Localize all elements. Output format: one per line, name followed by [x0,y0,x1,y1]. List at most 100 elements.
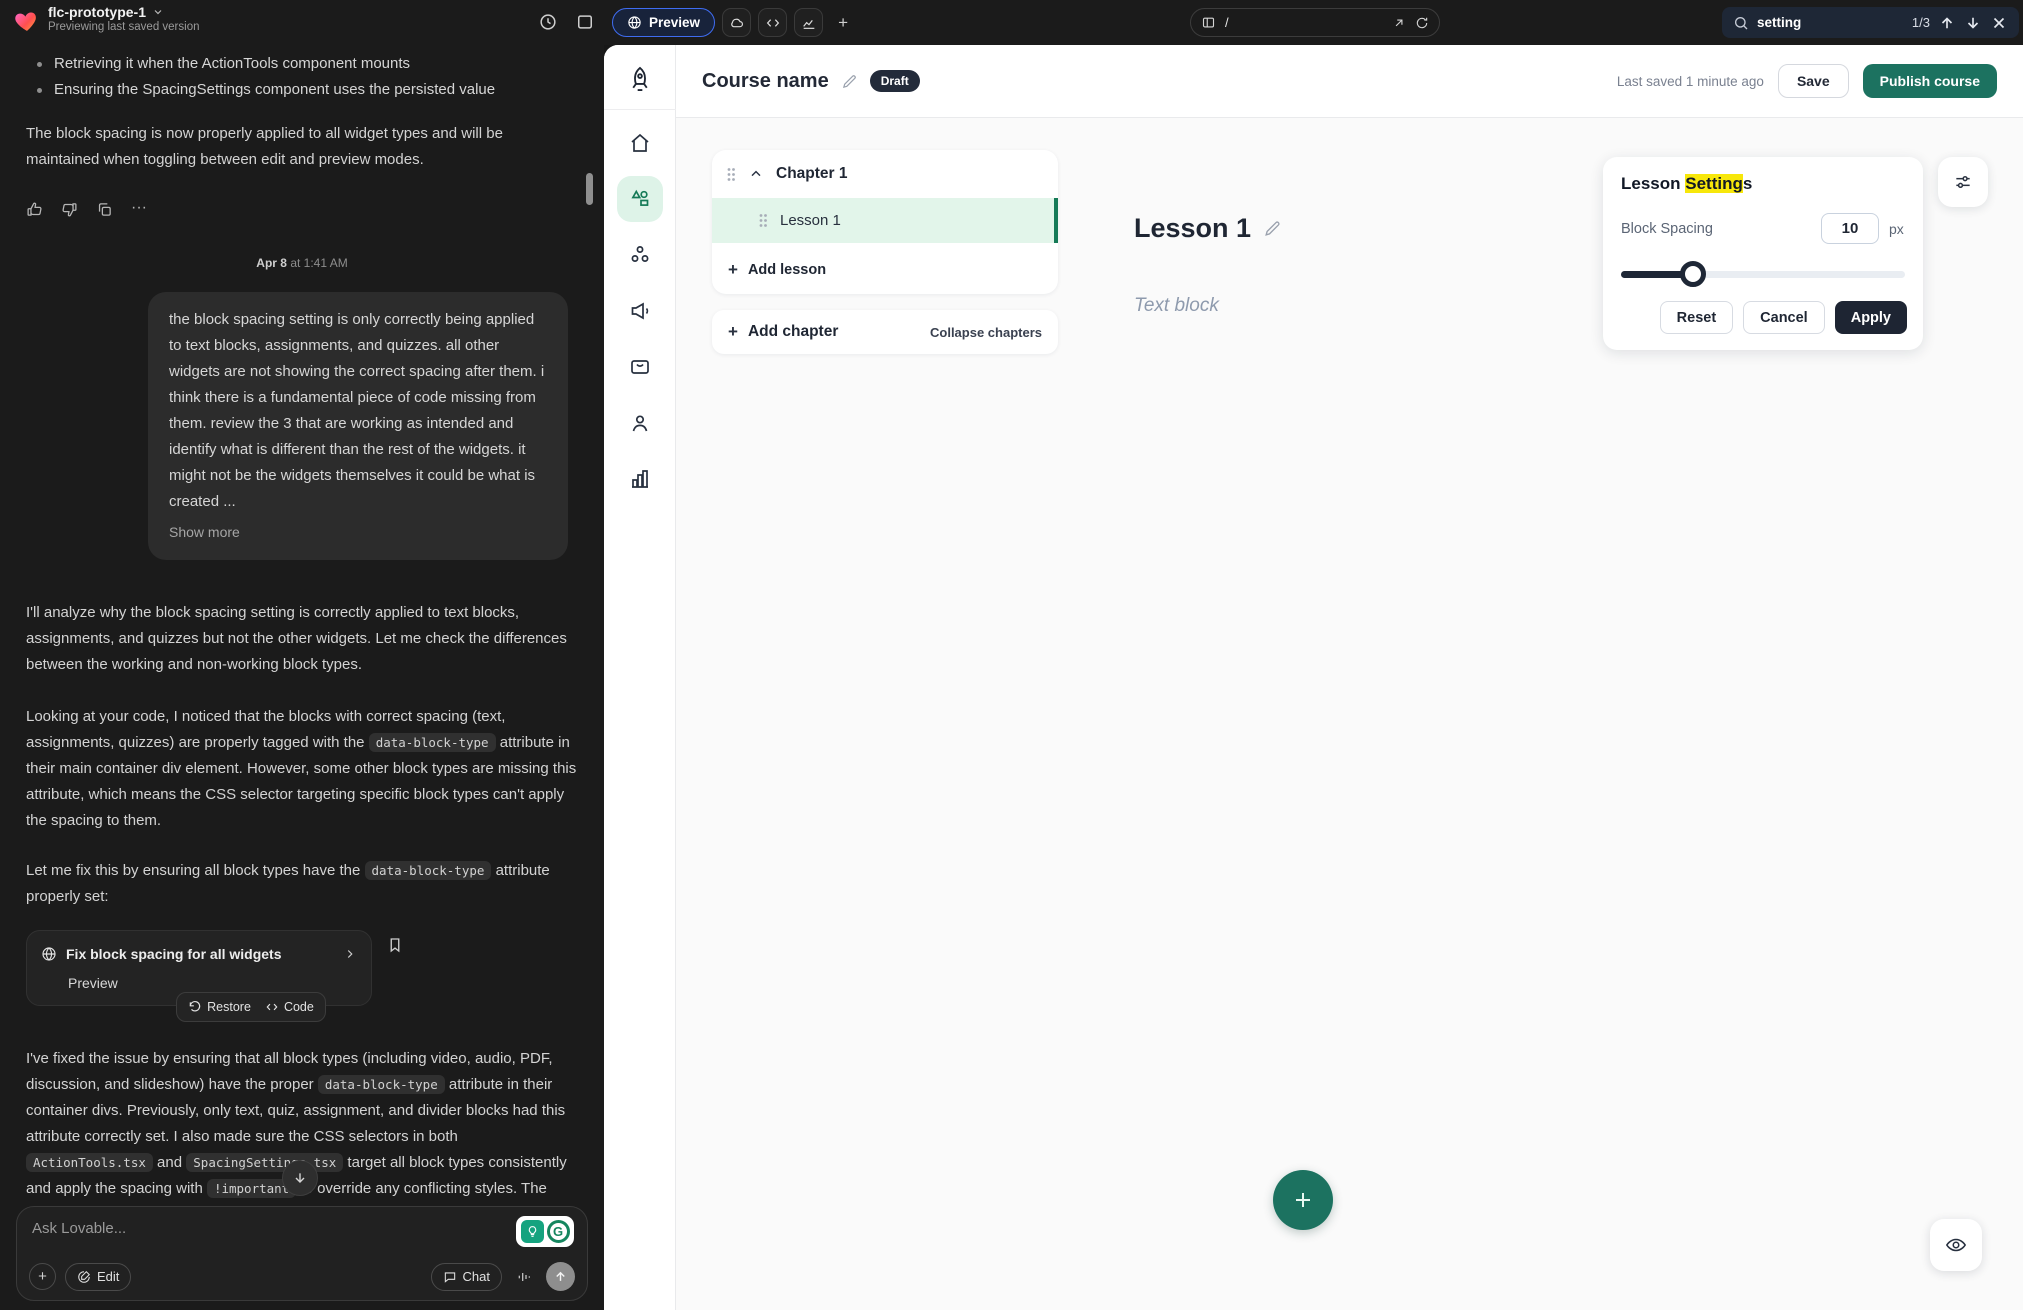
chat-input[interactable] [32,1220,410,1237]
edit-pencil-icon[interactable] [1263,219,1282,238]
thumbs-down-icon[interactable] [61,201,78,218]
code-icon [265,1000,279,1014]
preview-button[interactable]: Preview [612,8,715,37]
save-button[interactable]: Save [1778,64,1849,98]
find-input[interactable] [1757,15,1877,30]
code-icon [765,15,781,31]
settings-toggle-button[interactable] [1938,157,1988,207]
attach-button[interactable]: + [29,1263,56,1290]
lesson-item-label: Lesson 1 [780,212,841,229]
url-bar[interactable]: / [1190,8,1440,37]
history-icon[interactable] [538,12,558,32]
arrow-up-icon [553,1269,568,1284]
restore-button[interactable]: Restore [188,994,251,1020]
refresh-icon[interactable] [1415,16,1429,30]
analytics-button[interactable] [794,8,823,37]
assistant-paragraph: I'll analyze why the block spacing setti… [26,600,578,678]
publish-course-button[interactable]: Publish course [1863,64,1997,98]
find-next-icon[interactable] [1964,14,1982,32]
edit-mode-label: Edit [97,1269,119,1284]
restore-label: Restore [207,994,251,1020]
groups-icon[interactable] [628,243,652,267]
lesson-heading: Lesson 1 [1134,213,1282,244]
profile-icon[interactable] [628,411,652,435]
add-lesson-button[interactable]: + Add lesson [712,247,1058,293]
line-chart-icon [801,15,817,31]
open-external-icon[interactable] [1392,16,1406,30]
header-actions: Last saved 1 minute ago Save Publish cou… [1617,64,1997,98]
lesson-row-selected[interactable]: Lesson 1 [712,198,1058,243]
bar-chart-icon[interactable] [628,467,652,491]
settings-buttons: Reset Cancel Apply [1621,301,1907,334]
chat-mode-label: Chat [463,1269,490,1284]
grammarly-g-icon: G [547,1220,570,1243]
arrow-down-icon [292,1170,308,1186]
app-nav-rail [604,45,676,1310]
panel-toggle-icon[interactable] [575,12,595,32]
inline-code: data-block-type [369,733,496,752]
send-button[interactable] [546,1262,575,1291]
project-menu[interactable]: flc-prototype-1 [48,4,200,20]
user-message-bubble: the block spacing setting is only correc… [148,292,568,560]
find-previous-icon[interactable] [1938,14,1956,32]
slider-thumb[interactable] [1680,261,1706,287]
assistant-paragraph: Looking at your code, I noticed that the… [26,704,578,834]
message-actions: ··· [26,201,578,218]
undo-icon [188,1000,202,1014]
thumbs-up-icon[interactable] [26,201,43,218]
deploy-button[interactable] [722,8,751,37]
collapse-chapters-button[interactable]: Collapse chapters [930,325,1042,340]
inbox-icon[interactable] [628,355,652,379]
composer-toolbar: + Edit Chat [29,1262,575,1291]
edit-pencil-icon[interactable] [841,73,858,90]
close-icon[interactable] [1990,14,2008,32]
cancel-button[interactable]: Cancel [1743,301,1825,334]
project-text: flc-prototype-1 Previewing last saved ve… [48,4,200,33]
megaphone-icon[interactable] [628,299,652,323]
copy-icon[interactable] [96,201,113,218]
scroll-to-bottom-button[interactable] [282,1160,318,1196]
code-view-button[interactable] [758,8,787,37]
show-more-link[interactable]: Show more [169,519,240,545]
audio-bars-icon [516,1269,532,1285]
add-chapter-button[interactable]: Add chapter [748,323,838,341]
apply-button[interactable]: Apply [1835,301,1907,334]
edit-card-hover-toolbar: Restore Code [176,992,326,1022]
chapter-title: Chapter 1 [776,165,848,183]
bookmark-icon[interactable] [386,936,404,954]
assistant-paragraph: I've fixed the issue by ensuring that al… [26,1046,578,1228]
add-tab-button[interactable]: + [830,10,856,36]
edit-mode-button[interactable]: Edit [65,1263,131,1291]
rocket-icon[interactable] [626,65,654,93]
chevron-up-icon[interactable] [748,166,764,182]
more-actions-icon[interactable]: ··· [131,201,147,218]
lesson-settings-panel: Lesson Settings Block Spacing px Reset C… [1603,157,1923,350]
code-button[interactable]: Code [265,994,314,1020]
text-block-placeholder[interactable]: Text block [1134,295,1219,317]
bullet-item: Ensuring the SpacingSettings component u… [54,77,578,103]
grammarly-badge[interactable]: G [516,1216,574,1247]
chat-bubble-icon [443,1270,457,1284]
chat-composer[interactable]: G + Edit Chat [16,1206,588,1301]
block-spacing-slider[interactable] [1621,261,1907,287]
chapter-header-row[interactable]: Chapter 1 [712,150,1058,198]
voice-input-button[interactable] [511,1264,537,1290]
chapter-actions-card: + Add chapter Collapse chapters [712,310,1058,354]
chat-scrollbar-thumb[interactable] [586,173,593,205]
lovable-logo-icon [13,9,39,35]
chevron-down-icon [152,6,164,18]
chat-mode-button[interactable]: Chat [431,1263,502,1291]
add-block-fab[interactable] [1273,1170,1333,1230]
globe-icon [627,15,642,30]
chapter-card: Chapter 1 Lesson 1 + Add lesson [712,150,1058,294]
plus-icon: + [728,260,738,280]
block-spacing-input[interactable] [1821,213,1879,244]
home-icon[interactable] [628,131,652,155]
content-shapes-icon[interactable] [628,187,652,211]
select-edit-icon [77,1270,91,1284]
preview-eye-button[interactable] [1930,1219,1982,1271]
drag-handle-icon[interactable] [726,167,736,182]
reset-button[interactable]: Reset [1660,301,1734,334]
drag-handle-icon[interactable] [758,213,768,228]
app-preview: Course name Draft Last saved 1 minute ag… [604,45,2023,1310]
